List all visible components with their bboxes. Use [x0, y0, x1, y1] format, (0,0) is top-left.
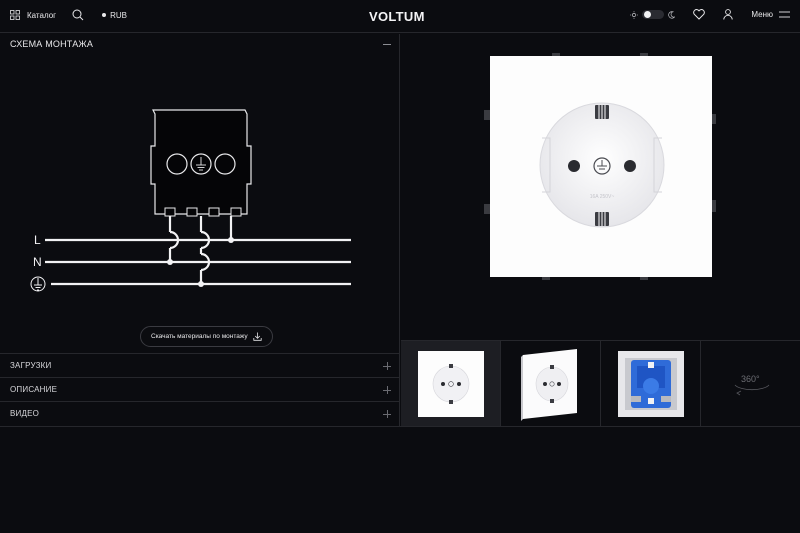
favorites-button[interactable]	[693, 9, 706, 20]
catalog-label: Каталог	[27, 10, 57, 20]
theme-toggle[interactable]	[642, 10, 665, 19]
thumbnail-front[interactable]	[401, 341, 501, 427]
socket-rating-label: 16A 250V~	[590, 194, 615, 200]
wire-label-n: N	[33, 255, 42, 269]
catalog-button[interactable]: Каталог	[10, 10, 56, 20]
junction-neutral	[167, 259, 173, 265]
download-label: Скачать материалы по монтажу	[151, 333, 248, 340]
site-logo[interactable]: VOLTUM	[369, 9, 425, 24]
currency-dot-icon	[102, 13, 107, 17]
accordion-video[interactable]: ВИДЕО	[0, 401, 400, 425]
junction-live	[228, 237, 234, 243]
account-button[interactable]	[723, 9, 734, 20]
pin-hole-left	[568, 160, 580, 172]
site-header: Каталог RUB VOLTUM Меню	[0, 0, 800, 33]
menu-label: Меню	[751, 10, 773, 19]
thumbnail-angle[interactable]	[501, 341, 601, 427]
pin-hole-right	[624, 160, 636, 172]
theme-switch[interactable]	[630, 10, 676, 19]
mounting-panel: СХЕМА МОНТАЖА L N Скачать материалы по м…	[0, 34, 400, 427]
thumbnail-mechanism[interactable]	[601, 341, 701, 427]
currency-selector[interactable]: RUB	[102, 11, 127, 20]
heart-icon	[693, 9, 706, 20]
menu-button[interactable]: Меню	[751, 10, 790, 19]
search-icon	[72, 9, 84, 21]
collapse-icon[interactable]	[383, 44, 391, 45]
accordion-label: ОПИСАНИЕ	[10, 385, 58, 394]
moon-icon	[668, 10, 676, 19]
junction-earth	[198, 281, 204, 287]
socket-angle-image	[521, 349, 577, 421]
search-button[interactable]	[72, 9, 84, 21]
accordion-label: ВИДЕО	[10, 409, 40, 418]
download-icon	[252, 332, 262, 341]
wires	[45, 216, 351, 286]
currency-label: RUB	[110, 10, 127, 20]
sun-icon	[630, 10, 639, 19]
accordion-description[interactable]: ОПИСАНИЕ	[0, 377, 400, 401]
toggle-knob	[644, 11, 652, 18]
earth-icon	[30, 276, 46, 292]
accordion-downloads[interactable]: ЗАГРУЗКИ	[0, 353, 400, 377]
product-main-image[interactable]: 16A 250V~	[490, 56, 712, 277]
accordion-label: ЗАГРУЗКИ	[10, 361, 52, 370]
thumbnail-360-view[interactable]: 360°	[701, 341, 800, 427]
rotate-360-icon	[734, 384, 770, 396]
download-materials-button[interactable]: Скачать материалы по монтажу	[140, 326, 273, 347]
expand-icon	[383, 410, 391, 418]
user-icon	[723, 9, 734, 20]
wire-label-l: L	[34, 233, 41, 247]
wiring-diagram: L N	[30, 109, 351, 292]
expand-icon	[383, 362, 391, 370]
socket-thumbnail-image	[418, 351, 484, 417]
thumbnail-strip: 360°	[401, 340, 800, 427]
hamburger-icon	[779, 11, 790, 18]
socket-mechanism-image	[618, 351, 684, 417]
socket-illustration: 16A 250V~	[539, 102, 665, 228]
mounting-title: СХЕМА МОНТАЖА	[10, 39, 94, 49]
content-bottom-divider	[0, 426, 800, 427]
grid-icon	[10, 10, 20, 20]
expand-icon	[383, 386, 391, 394]
